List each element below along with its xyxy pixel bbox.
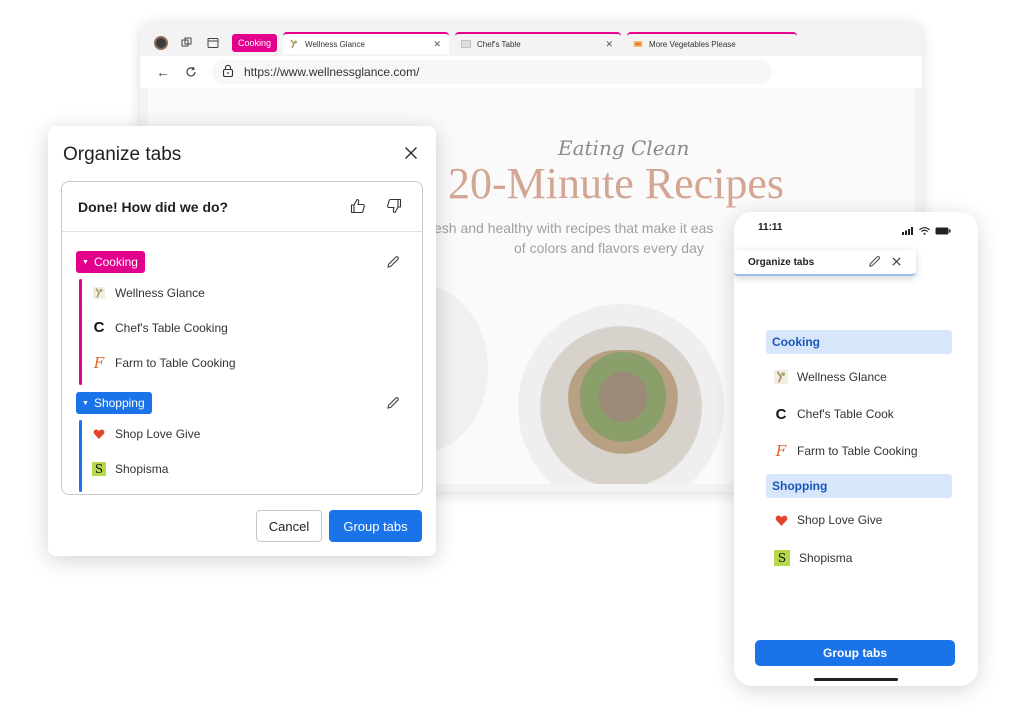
- battery-icon: [935, 222, 951, 240]
- group-tab-item[interactable]: Shop Love Give: [62, 416, 422, 451]
- shop-love-give-favicon: [92, 427, 106, 441]
- browser-toolbar: ← https://www.wellnessglance.com/: [140, 56, 922, 88]
- feedback-row: Done! How did we do?: [62, 182, 422, 232]
- wellness-glance-favicon: [774, 370, 788, 384]
- signal-icon: [902, 222, 914, 240]
- chefs-table-favicon: C: [93, 319, 105, 336]
- page-subtitle-line: esh and healthy with recipes that make i…: [434, 220, 714, 236]
- organize-tabs-sheet-header: Organize tabs: [734, 250, 916, 276]
- address-bar[interactable]: https://www.wellnessglance.com/: [212, 60, 772, 84]
- edit-pencil-icon[interactable]: [384, 394, 402, 412]
- close-tab-icon[interactable]: ✕: [433, 39, 441, 50]
- tab-strip: Cooking Wellness Glance ✕ Chef's Table ✕…: [140, 30, 922, 56]
- more-vegetables-favicon: [633, 39, 643, 49]
- group-tab-label: Farm to Table Cooking: [115, 355, 236, 370]
- page-eyebrow: Eating Clean: [558, 136, 690, 160]
- close-icon[interactable]: [890, 255, 903, 273]
- group-tab-label: Wellness Glance: [115, 285, 205, 300]
- group-tab-item[interactable]: S Shopisma: [62, 451, 422, 486]
- group-tab-label: Shop Love Give: [115, 426, 201, 441]
- group-tabs-button[interactable]: Group tabs: [329, 510, 422, 542]
- organize-tabs-dialog: Organize tabs Done! How did we do? ▼ Coo…: [48, 126, 436, 556]
- edit-pencil-icon[interactable]: [868, 255, 881, 273]
- tab-title: Chef's Table: [477, 39, 521, 49]
- wellness-glance-favicon: [92, 286, 106, 300]
- thumbs-up-icon[interactable]: [348, 196, 368, 216]
- wifi-icon: [919, 222, 930, 240]
- tab-group-chip-cooking[interactable]: Cooking: [232, 34, 278, 52]
- lock-icon[interactable]: [222, 64, 234, 80]
- feedback-prompt: Done! How did we do?: [78, 199, 229, 215]
- shopisma-favicon: S: [92, 461, 106, 476]
- group-name: Shopping: [93, 396, 145, 410]
- page-subtitle-line: of colors and flavors every day: [514, 240, 704, 256]
- mobile-phone: 11:11 Organize tabs Cooking Wellness Gla…: [734, 212, 978, 686]
- browser-tab-more-vegetables[interactable]: More Vegetables Please: [627, 32, 798, 54]
- phone-tab-item[interactable]: Wellness Glance: [774, 367, 887, 387]
- group-name: Cooking: [93, 255, 138, 269]
- workspaces-icon[interactable]: [176, 32, 198, 54]
- phone-tab-item[interactable]: S Shopisma: [774, 548, 852, 568]
- group-tab-label: Chef's Table Cooking: [115, 320, 228, 335]
- group-chip-cooking[interactable]: ▼ Cooking: [76, 251, 145, 273]
- dialog-title: Organize tabs: [63, 144, 182, 165]
- close-tab-icon[interactable]: ✕: [605, 39, 613, 50]
- chefs-table-favicon: C: [775, 405, 787, 423]
- edit-pencil-icon[interactable]: [384, 253, 402, 271]
- phone-tab-item[interactable]: F Farm to Table Cooking: [774, 441, 918, 461]
- phone-tab-label: Shop Love Give: [797, 513, 883, 527]
- farm-to-table-favicon: F: [93, 353, 105, 372]
- wellness-glance-favicon: [289, 39, 299, 49]
- shopisma-favicon: S: [774, 550, 790, 566]
- group-header: ▼ Cooking: [62, 251, 422, 275]
- shop-love-give-favicon: [774, 513, 788, 527]
- caret-down-icon: ▼: [82, 258, 89, 266]
- page-subtitle: esh and healthy with recipes that make i…: [434, 218, 764, 258]
- thumbs-down-icon[interactable]: [384, 196, 404, 216]
- farm-to-table-favicon: F: [775, 442, 787, 460]
- phone-tab-item[interactable]: Shop Love Give: [774, 510, 882, 530]
- home-indicator: [814, 678, 898, 681]
- profile-avatar-icon[interactable]: [150, 32, 172, 54]
- tab-actions-icon[interactable]: [202, 32, 224, 54]
- group-tab-item[interactable]: F Farm to Table Cooking: [62, 345, 422, 380]
- phone-group-cooking[interactable]: Cooking: [766, 330, 952, 354]
- caret-down-icon: ▼: [82, 399, 89, 407]
- group-header: ▼ Shopping: [62, 392, 422, 416]
- phone-tab-item[interactable]: C Chef's Table Cook: [774, 404, 894, 424]
- group-chip-shopping[interactable]: ▼ Shopping: [76, 392, 152, 414]
- phone-group-shopping[interactable]: Shopping: [766, 474, 952, 498]
- group-tab-item[interactable]: C Chef's Table Cooking: [62, 310, 422, 345]
- tab-title: Wellness Glance: [305, 39, 365, 49]
- cancel-button[interactable]: Cancel: [256, 510, 322, 542]
- browser-tab-chefs-table[interactable]: Chef's Table ✕: [455, 32, 622, 54]
- sheet-title: Organize tabs: [748, 257, 815, 268]
- phone-tab-label: Wellness Glance: [797, 370, 887, 384]
- back-arrow-icon[interactable]: ←: [152, 61, 174, 83]
- url-text: https://www.wellnessglance.com/: [244, 65, 420, 79]
- grouping-panel: Done! How did we do? ▼ Cooking Wellness …: [61, 181, 423, 495]
- refresh-icon[interactable]: [180, 61, 202, 83]
- tab-title: More Vegetables Please: [649, 39, 736, 49]
- chefs-table-favicon: [461, 39, 471, 49]
- phone-group-tabs-button[interactable]: Group tabs: [755, 640, 955, 666]
- tab-group-cooking: ▼ Cooking Wellness Glance C Chef's Table…: [62, 251, 422, 385]
- status-icons: [902, 222, 951, 240]
- tab-group-shopping: ▼ Shopping Shop Love Give S Shopisma: [62, 392, 422, 492]
- group-tab-item[interactable]: Wellness Glance: [62, 275, 422, 310]
- browser-tab-wellness-glance[interactable]: Wellness Glance ✕: [283, 32, 450, 54]
- phone-tab-label: Shopisma: [799, 551, 853, 565]
- status-time: 11:11: [758, 222, 783, 233]
- page-title: 20-Minute Recipes: [448, 159, 785, 208]
- group-tab-label: Shopisma: [115, 461, 169, 476]
- dish-image-fish: [568, 350, 678, 454]
- phone-tab-label: Chef's Table Cook: [797, 407, 894, 421]
- close-icon[interactable]: [400, 142, 422, 164]
- phone-tab-label: Farm to Table Cooking: [797, 444, 918, 458]
